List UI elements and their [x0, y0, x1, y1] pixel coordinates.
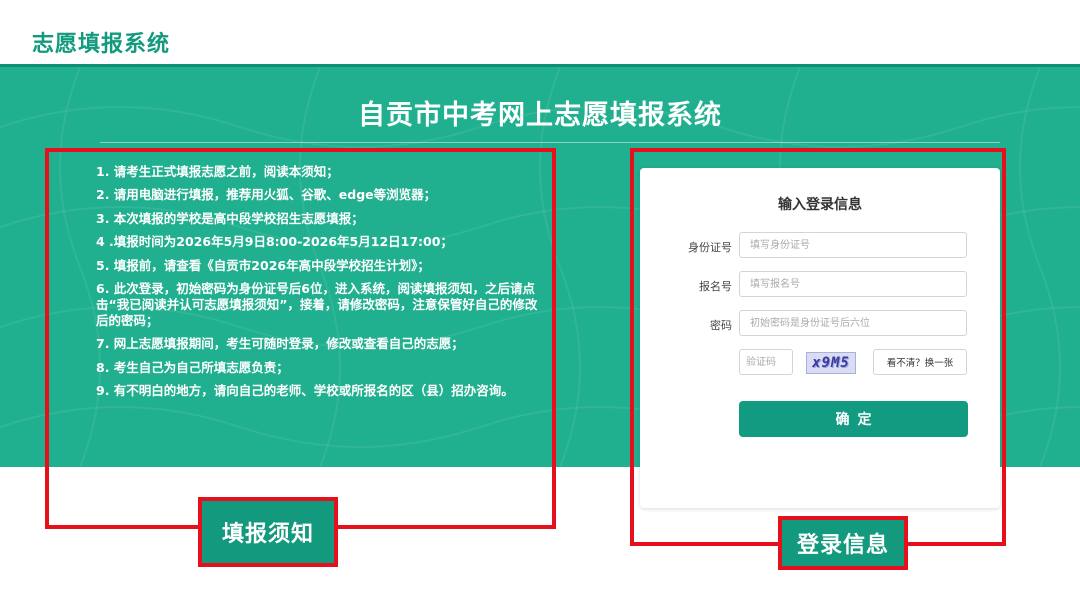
login-highlight-box [630, 148, 1006, 546]
page-title: 自贡市中考网上志愿填报系统 [358, 100, 722, 131]
title-divider [100, 142, 1000, 143]
notice-highlight-box [45, 148, 556, 529]
top-bar: 志愿填报系统 [0, 0, 1080, 64]
notice-callout-label: 填报须知 [198, 497, 338, 567]
login-callout-label: 登录信息 [778, 516, 908, 570]
app-title: 志愿填报系统 [32, 32, 171, 57]
